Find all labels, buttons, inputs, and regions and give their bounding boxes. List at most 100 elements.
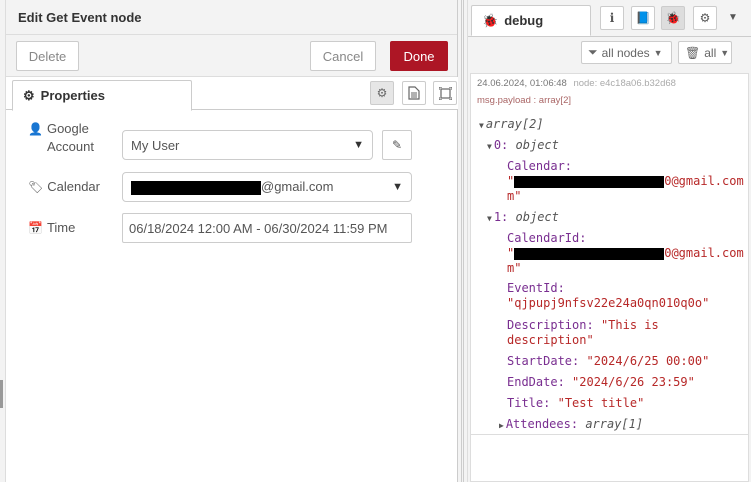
edit-account-button[interactable]: ✎ (382, 130, 412, 160)
tree-root-type: array[2] (485, 117, 544, 131)
gear-icon: ⚙ (376, 86, 388, 100)
account-label-line2: Account (46, 139, 94, 154)
field-value: "2024/6/25 00:00" (586, 354, 710, 368)
time-label: 📅 Time (28, 219, 75, 237)
field-key: Description: (507, 318, 594, 332)
field-key: StartDate: (507, 354, 580, 368)
cancel-button[interactable]: Cancel (310, 41, 376, 71)
tree-value-calendarid: " 0@gmail.com (507, 246, 744, 261)
debug-tab-button[interactable]: 🐞 (661, 6, 685, 30)
field-value: 0@gmail.com (664, 174, 744, 188)
tree-item-0-key: 0: (493, 138, 509, 152)
field-key: Title: (507, 396, 551, 410)
quote: " (507, 246, 515, 260)
field-type: array[1] (585, 417, 644, 431)
debug-filter-bar: ⏷ all nodes ▼ 🗑 all ▼ (468, 37, 751, 72)
settings-tab-icon[interactable]: ⚙ (370, 81, 394, 105)
calendar-icon: 📅 (28, 221, 43, 235)
info-tab-button[interactable]: i (600, 6, 624, 30)
caret-down-icon: ▼ (720, 47, 730, 58)
debug-message-list: 24.06.2024, 01:06:48 node: e4c18a06.b32d… (470, 73, 749, 435)
tree-field-startdate: StartDate: "2024/6/25 00:00" (507, 354, 709, 369)
gear-icon: ⚙ (23, 87, 35, 103)
filter-icon: ⏷ (588, 45, 598, 59)
calendar-label-text: Calendar (47, 179, 100, 194)
config-tab-button[interactable]: ⚙ (693, 6, 717, 30)
tree-root[interactable]: ▼ array[2] (479, 117, 544, 133)
frame-icon (438, 86, 452, 100)
tree-item-0-type: object (515, 138, 559, 152)
message-node[interactable]: node: e4c18a06.b32d68 (573, 78, 676, 89)
chevron-down-icon: ▼ (353, 139, 364, 151)
description-tab-icon[interactable] (402, 81, 426, 105)
resize-grip (461, 0, 464, 482)
tree-item-0[interactable]: ▼ 0: object (487, 138, 559, 154)
field-value: "2024/6/26 23:59" (572, 375, 695, 389)
document-icon (408, 86, 420, 100)
appearance-tab-icon[interactable] (433, 81, 457, 105)
tab-debug[interactable]: 🐞 debug (471, 5, 591, 36)
field-value: m" (507, 261, 522, 275)
trash-icon: 🗑 (685, 45, 701, 60)
filter-nodes-label: all nodes (601, 45, 650, 60)
tree-field-attendees[interactable]: ▶ Attendees: array[1] (499, 417, 643, 433)
account-select[interactable]: My User ▼ (122, 130, 373, 160)
tree-field-description: Description: "This is (507, 318, 659, 333)
bug-icon: 🐞 (482, 12, 499, 28)
scroll-grip[interactable] (0, 380, 3, 408)
tab-properties-label: Properties (40, 88, 105, 103)
tree-field-enddate: EndDate: "2024/6/26 23:59" (507, 375, 695, 390)
calendar-value-suffix: @gmail.com (261, 179, 334, 195)
gear-icon: ⚙ (699, 11, 711, 25)
message-meta: 24.06.2024, 01:06:48 node: e4c18a06.b32d… (471, 74, 748, 89)
redacted-email (514, 175, 665, 188)
tree-field-calendar: Calendar: (507, 159, 572, 174)
redacted-email (514, 247, 665, 260)
quote: " (507, 174, 515, 188)
redacted-email (131, 180, 261, 195)
editor-header: Edit Get Event node (6, 0, 457, 35)
account-label: 👤 Google Account (28, 120, 94, 156)
sidebar-resize-handle[interactable] (458, 0, 468, 482)
account-label-text: Google Account (47, 120, 94, 156)
calendar-select[interactable]: @gmail.com ▼ (122, 172, 412, 202)
tree-field-title: Title: "Test title" (507, 396, 644, 411)
delete-button[interactable]: Delete (16, 41, 79, 71)
filter-nodes-button[interactable]: ⏷ all nodes ▼ (581, 41, 672, 64)
tree-item-1-type: object (515, 210, 559, 224)
tree-value-calendarid-end: m" (507, 261, 521, 276)
clear-messages-button[interactable]: 🗑 all ▼ (678, 41, 732, 64)
caret-down-icon: ▼ (487, 142, 492, 151)
tree-item-1-key: 1: (493, 210, 509, 224)
bug-icon: 🐞 (665, 11, 681, 25)
field-key: EndDate: (507, 375, 565, 389)
book-icon: 📘 (635, 11, 651, 25)
tab-properties[interactable]: ⚙ Properties (12, 80, 192, 111)
sidebar-menu-caret-icon[interactable]: ▼ (728, 12, 738, 23)
info-icon: i (609, 11, 615, 25)
tree-value-calendar-end: m" (507, 189, 521, 204)
account-select-value: My User (131, 137, 180, 153)
message-path[interactable]: msg.payload : array[2] (471, 89, 748, 106)
node-red-workspace: Edit Get Event node Delete Cancel Done ⚙… (0, 0, 751, 482)
tree-item-1[interactable]: ▼ 1: object (487, 210, 559, 226)
field-value: m" (507, 189, 522, 203)
tree-value-description: description" (507, 333, 594, 348)
tag-icon: 🏷 (28, 180, 44, 194)
caret-down-icon: ▼ (487, 214, 492, 223)
editor-tabs: ⚙ Properties ⚙ (6, 77, 458, 111)
field-value: description" (507, 333, 594, 347)
tab-debug-label: debug (504, 13, 544, 28)
field-value: "This is (600, 318, 659, 332)
time-range-input[interactable]: 06/18/2024 12:00 AM - 06/30/2024 11:59 P… (122, 213, 412, 243)
tree-value-calendar: " 0@gmail.com (507, 174, 744, 189)
field-value: 0@gmail.com (664, 246, 744, 260)
field-key: EventId: (507, 281, 565, 295)
field-key: Calendar: (507, 159, 573, 173)
done-button[interactable]: Done (390, 41, 448, 71)
help-tab-button[interactable]: 📘 (631, 6, 655, 30)
tree-field-eventid: EventId: (507, 281, 565, 296)
tree-value-eventid: "qjpupj9nfsv22e24a0qn010q0o" (507, 296, 709, 311)
calendar-select-value: @gmail.com (131, 179, 333, 195)
field-key: Attendees: (505, 417, 579, 431)
